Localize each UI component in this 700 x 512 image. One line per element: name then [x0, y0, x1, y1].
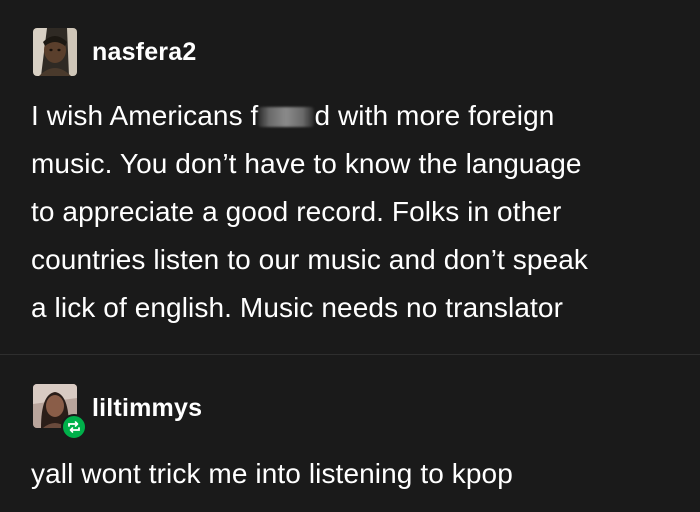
post-body: I wish Americans f d with more foreign mu…: [31, 92, 691, 332]
reblog-icon: [61, 414, 87, 440]
post-body-line: music. You don’t have to know the langua…: [31, 148, 582, 179]
post-body: yall wont trick me into listening to kpo…: [31, 450, 691, 498]
post-body-line: yall wont trick me into listening to kpo…: [31, 458, 513, 489]
user-avatar-icon[interactable]: [33, 28, 77, 76]
post-body-line: a lick of english. Music needs no transl…: [31, 292, 563, 323]
post-nasfera2: nasfera2 I wish Americans f d with more f…: [0, 0, 700, 354]
censor-blur: [258, 107, 315, 127]
text-fragment: I wish Americans f: [31, 100, 259, 131]
post-body-line: I wish Americans f d with more foreign: [31, 92, 691, 140]
username[interactable]: liltimmys: [92, 393, 202, 423]
text-fragment: d with more foreign: [314, 100, 555, 131]
username[interactable]: nasfera2: [92, 37, 196, 67]
post-body-line: to appreciate a good record. Folks in ot…: [31, 196, 562, 227]
post-body-line: countries listen to our music and don’t …: [31, 244, 589, 275]
